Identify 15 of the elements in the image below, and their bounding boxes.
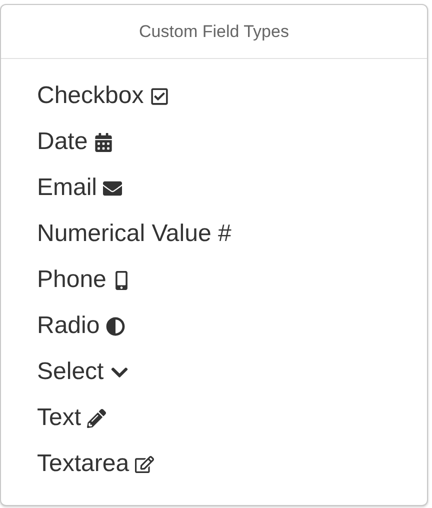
pencil-icon <box>87 408 106 428</box>
field-type-item[interactable]: Textarea <box>37 449 154 479</box>
field-type-item[interactable]: Phone <box>37 265 132 295</box>
field-type-item[interactable]: Email <box>37 173 122 203</box>
checked-box-icon <box>150 86 169 106</box>
envelope-icon <box>103 178 122 198</box>
field-type-item[interactable]: Text <box>37 403 106 433</box>
field-type-item[interactable]: Checkbox <box>37 81 169 111</box>
field-type-item[interactable]: Date <box>37 127 113 157</box>
field-type-item[interactable]: Radio <box>37 311 125 341</box>
field-type-item[interactable]: Numerical Value # <box>37 219 232 249</box>
popover-title: Custom Field Types <box>139 20 289 43</box>
edit-icon <box>135 454 154 474</box>
field-type-item[interactable]: Select <box>37 357 129 387</box>
calendar-icon <box>94 132 113 152</box>
